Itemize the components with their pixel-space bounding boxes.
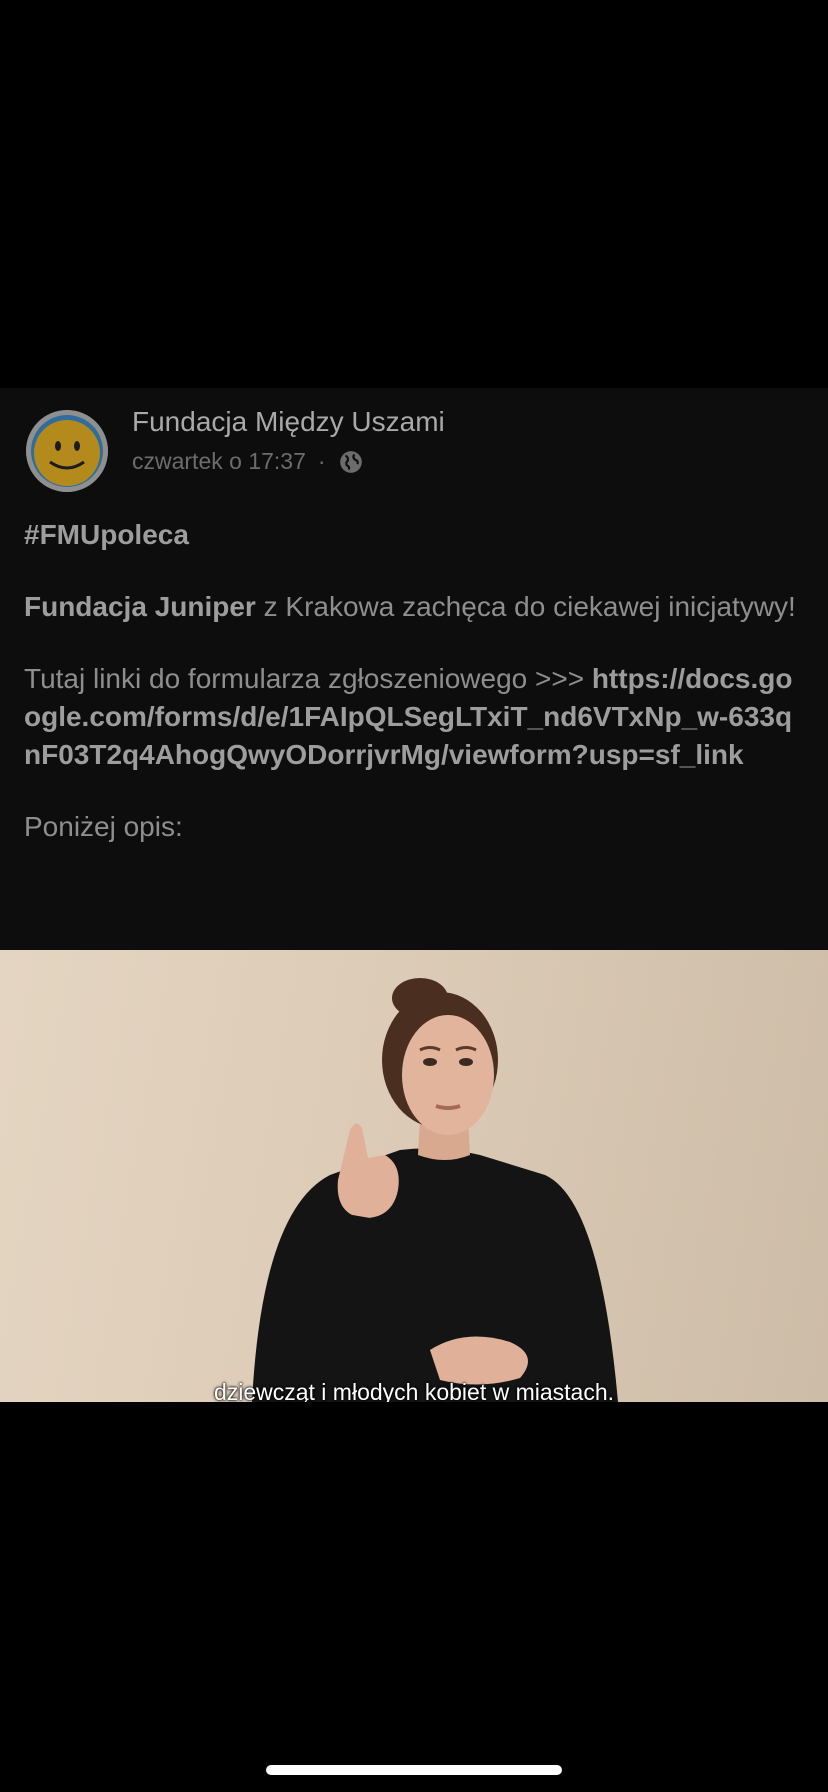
home-indicator[interactable] — [266, 1765, 562, 1775]
post-timestamp[interactable]: czwartek o 17:37 — [132, 448, 306, 475]
facebook-post: Fundacja Między Uszami czwartek o 17:37 … — [0, 388, 828, 950]
smiley-avatar-icon — [26, 410, 108, 492]
hashtag-link[interactable]: #FMUpoleca — [24, 519, 189, 550]
meta-separator: · — [317, 448, 326, 474]
page-name-link[interactable]: Fundacja Między Uszami — [132, 406, 445, 438]
post-paragraph-3: Poniżej opis: — [24, 811, 183, 842]
post-meta: czwartek o 17:37 · — [132, 448, 364, 475]
video-player[interactable]: dziewcząt i młodych kobiet w miastach. — [0, 950, 828, 1402]
page-avatar[interactable] — [26, 410, 108, 492]
mention-fundacja-juniper[interactable]: Fundacja Juniper — [24, 591, 256, 622]
globe-icon — [339, 450, 362, 473]
post-paragraph-2: Tutaj linki do formularza zgłoszeniowego… — [24, 663, 592, 694]
video-subtitle: dziewcząt i młodych kobiet w miastach. — [213, 1379, 615, 1402]
post-paragraph-1: z Krakowa zachęca do ciekawej inicjatywy… — [255, 591, 796, 622]
post-body: #FMUpoleca Fundacja Juniper z Krakowa za… — [24, 516, 804, 846]
video-frame — [252, 978, 618, 1402]
